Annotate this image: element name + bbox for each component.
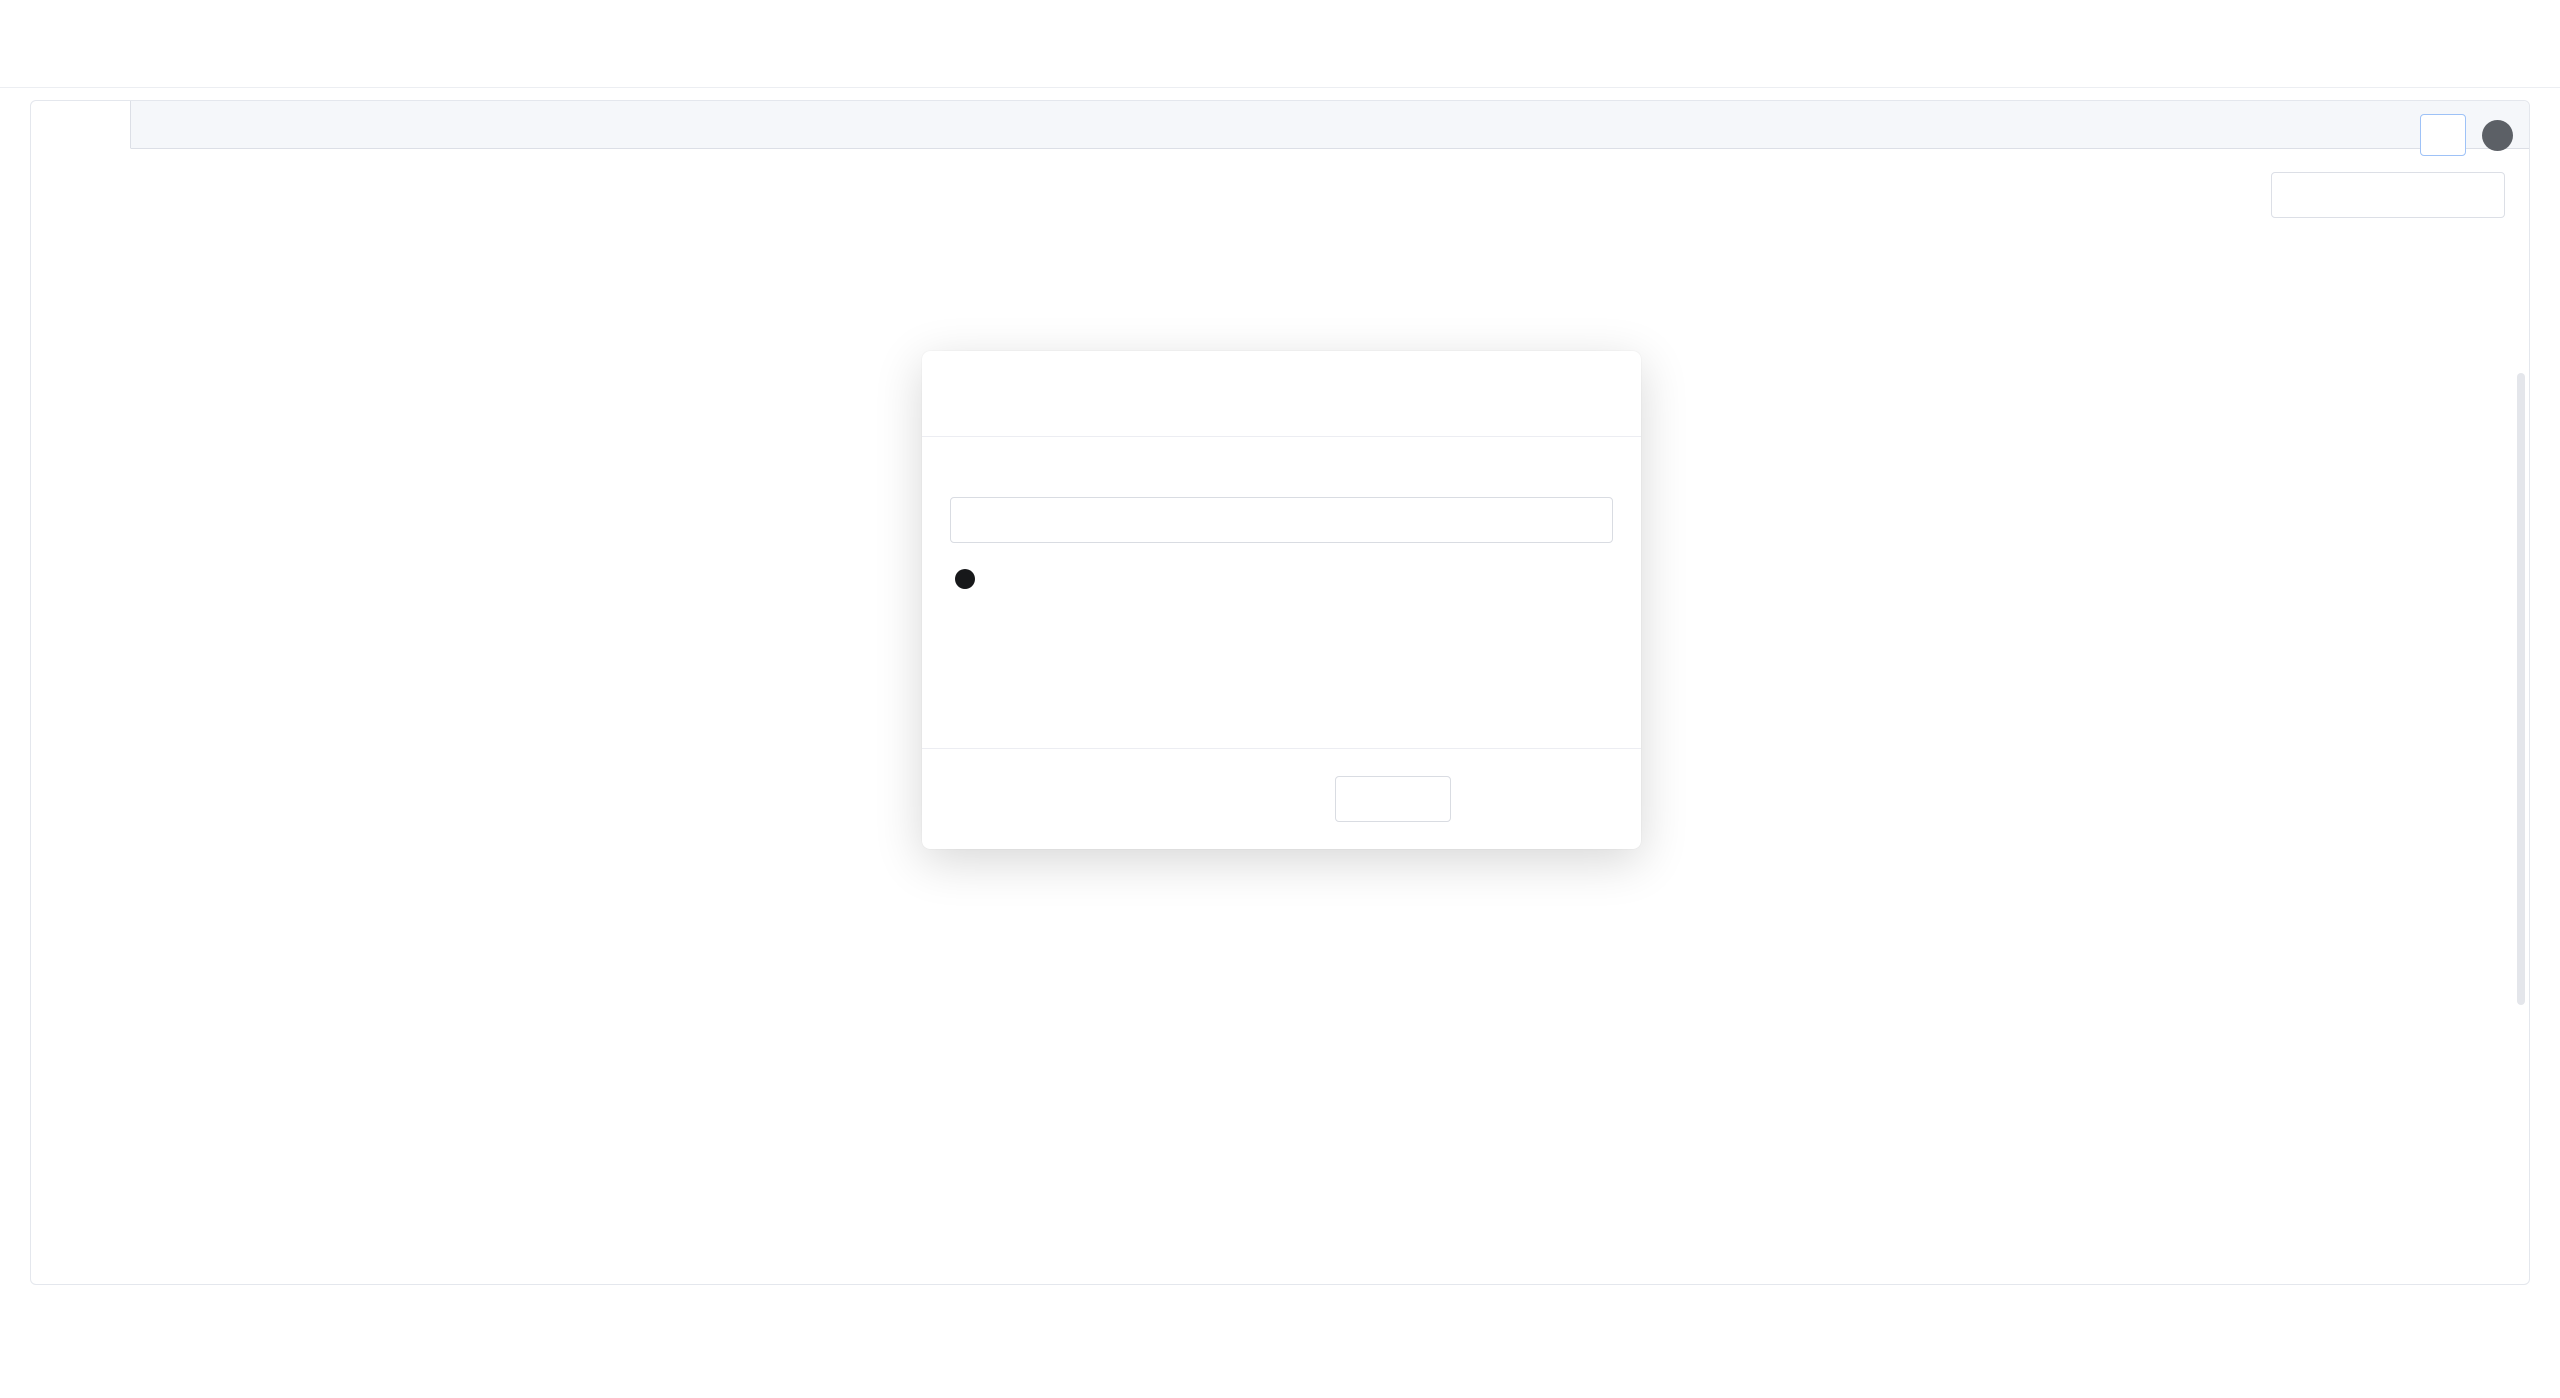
dialog-header bbox=[0, 0, 2560, 88]
group-name-input[interactable] bbox=[950, 497, 1613, 543]
tab-personnel[interactable] bbox=[31, 101, 131, 149]
tab-bar bbox=[31, 101, 2529, 149]
vertical-scrollbar[interactable] bbox=[2517, 373, 2525, 1005]
help-icon[interactable] bbox=[2482, 120, 2513, 151]
modal-confirm-button[interactable] bbox=[1481, 776, 1605, 822]
modal-cancel-button[interactable] bbox=[1335, 776, 1451, 822]
tab-actions bbox=[2420, 114, 2513, 156]
info-icon bbox=[955, 569, 975, 589]
modal-header bbox=[922, 351, 1641, 437]
add-group-modal bbox=[922, 351, 1641, 849]
annotation-highlight bbox=[1473, 770, 1613, 828]
sub-group-label bbox=[950, 569, 1613, 589]
search-input[interactable] bbox=[2271, 172, 2505, 218]
modal-body bbox=[922, 437, 1641, 607]
tab-content bbox=[31, 149, 2529, 269]
modal-footer bbox=[922, 748, 1641, 849]
add-submodel-button[interactable] bbox=[2420, 114, 2466, 156]
toolbar bbox=[55, 173, 2505, 217]
